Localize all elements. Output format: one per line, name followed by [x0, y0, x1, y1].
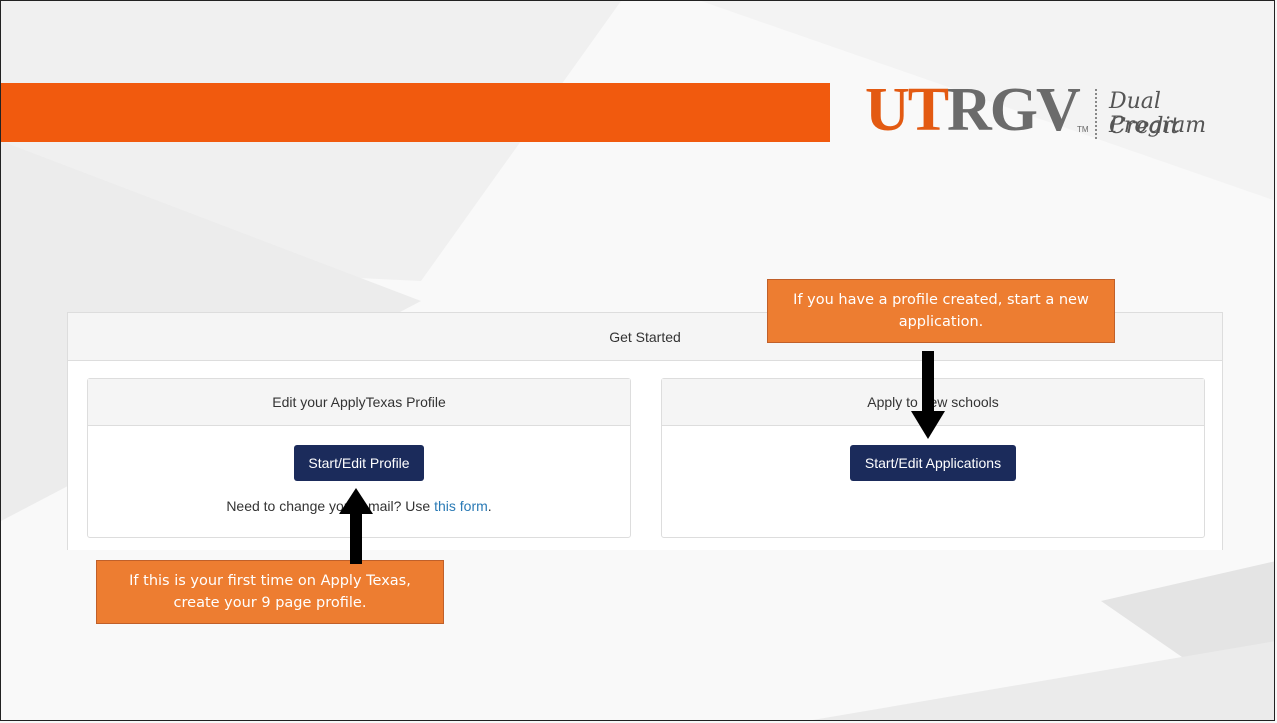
get-started-panel: Get Started Edit your ApplyTexas Profile…: [67, 312, 1223, 550]
profile-card-title: Edit your ApplyTexas Profile: [88, 379, 630, 426]
this-form-link[interactable]: this form: [434, 498, 488, 514]
orange-banner: [1, 83, 830, 142]
start-edit-applications-button[interactable]: Start/Edit Applications: [850, 445, 1016, 481]
change-email-text: Need to change your email? Use: [226, 498, 435, 514]
change-email-suffix: .: [487, 498, 492, 514]
logo-rgv-text: RGV: [947, 76, 1081, 144]
logo-program-line2: Program: [1109, 113, 1207, 138]
callout-first-time: If this is your first time on Apply Texa…: [96, 560, 444, 624]
logo-trademark: TM: [1077, 125, 1089, 134]
arrow-down-icon: [911, 351, 945, 439]
start-edit-profile-button[interactable]: Start/Edit Profile: [294, 445, 424, 481]
logo-divider: [1095, 89, 1099, 139]
slide: UT RGV TM Dual Credit Program Get Starte…: [0, 0, 1275, 721]
logo-ut-text: UT: [865, 76, 949, 144]
callout-new-application: If you have a profile created, start a n…: [767, 279, 1115, 343]
arrow-up-icon: [339, 488, 373, 564]
utrgv-logo: UT RGV TM Dual Credit Program: [865, 76, 1235, 153]
